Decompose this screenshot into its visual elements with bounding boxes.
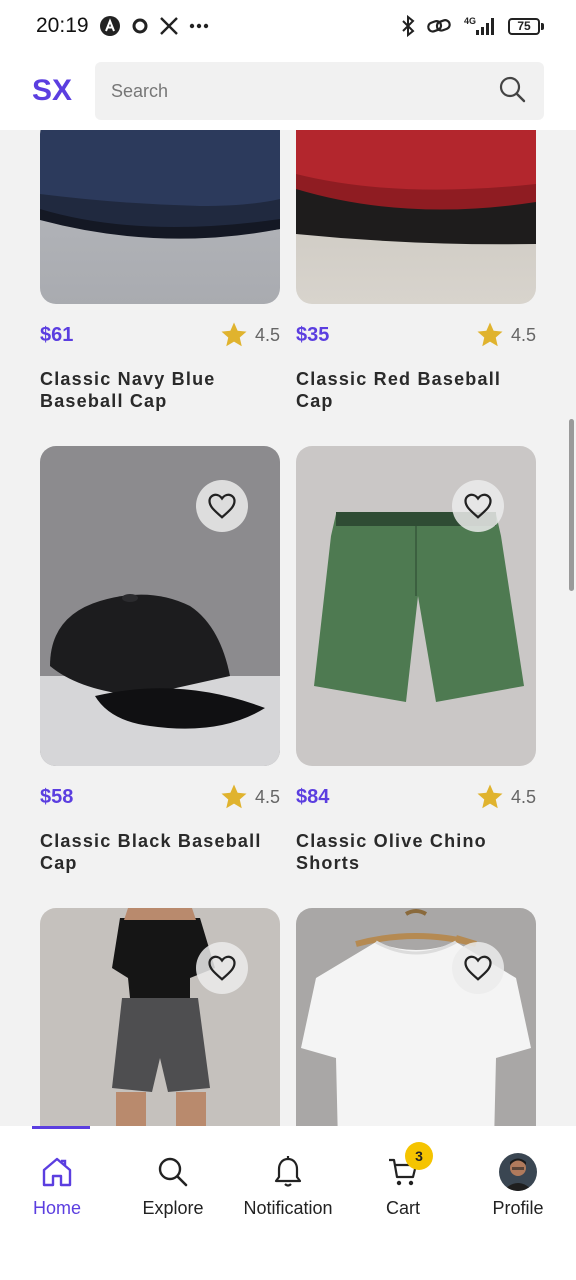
status-left-icons	[99, 15, 209, 37]
circle-notification-icon	[131, 17, 149, 35]
link-icon	[426, 16, 452, 36]
favorite-button[interactable]	[196, 942, 248, 994]
price-rating-row: $35 4.5	[296, 320, 536, 350]
star-icon	[221, 784, 247, 809]
product-card[interactable]: $35 4.5 Classic Red Baseball Cap	[296, 130, 536, 411]
rating-value: 4.5	[510, 324, 536, 345]
cart-icon: 3	[387, 1142, 433, 1192]
price-rating-row: $84 4.5	[296, 782, 536, 812]
star-icon	[221, 322, 247, 347]
svg-text:4G: 4G	[464, 16, 476, 26]
product-image-outfit[interactable]	[40, 908, 280, 1126]
product-grid: $61 4.5 Classic Navy Blue Baseball Cap $…	[0, 130, 576, 1126]
favorite-button[interactable]	[196, 480, 248, 532]
nav-cart[interactable]: 3 Cart	[348, 1142, 458, 1219]
scrollbar[interactable]	[569, 419, 574, 591]
product-image-olive-shorts[interactable]	[296, 446, 536, 766]
status-right-icons: 4G 75	[400, 14, 544, 38]
product-rating: 4.5	[475, 320, 536, 350]
avatar	[499, 1153, 537, 1191]
star-icon	[477, 784, 503, 809]
product-price: $84	[296, 785, 330, 808]
product-image-black-cap[interactable]	[40, 446, 280, 766]
search-bar[interactable]	[95, 62, 544, 120]
more-notifications-icon	[189, 23, 209, 29]
bluetooth-icon	[400, 14, 416, 38]
status-bar: 20:19 4G 75	[0, 0, 576, 52]
heart-icon	[208, 955, 236, 981]
product-card[interactable]: $58 4.5 Classic Black Baseball Cap	[40, 446, 280, 873]
product-title[interactable]: Classic Black Baseball Cap	[40, 830, 280, 874]
product-rating: 4.5	[219, 320, 280, 350]
home-icon	[40, 1152, 74, 1192]
product-rating: 4.5	[219, 782, 280, 812]
nav-profile[interactable]: Profile	[463, 1152, 573, 1219]
product-title[interactable]: Classic Olive Chino Shorts	[296, 830, 536, 874]
status-time: 20:19	[36, 14, 89, 37]
product-card[interactable]: $84 4.5 Classic Olive Chino Shorts	[296, 446, 536, 873]
product-title[interactable]: Classic Navy Blue Baseball Cap	[40, 368, 280, 412]
bell-icon	[273, 1152, 303, 1192]
nav-notification[interactable]: Notification	[233, 1152, 343, 1219]
favorite-button[interactable]	[452, 480, 504, 532]
active-tab-indicator	[32, 1126, 90, 1129]
product-image-navy-cap[interactable]	[40, 130, 280, 304]
battery-icon: 75	[508, 17, 544, 35]
x-app-icon	[159, 16, 179, 36]
profile-avatar	[499, 1152, 537, 1192]
signal-4g-icon: 4G	[462, 15, 498, 37]
app-logo[interactable]: SX	[32, 74, 95, 108]
nav-home[interactable]: Home	[2, 1152, 112, 1219]
cart-badge: 3	[405, 1142, 433, 1170]
nav-label: Explore	[142, 1198, 204, 1218]
search-icon[interactable]	[498, 75, 526, 108]
nav-label: Notification	[243, 1198, 333, 1218]
price-rating-row: $61 4.5	[40, 320, 280, 350]
search-icon	[157, 1152, 189, 1192]
product-card[interactable]: $61 4.5 Classic Navy Blue Baseball Cap	[40, 130, 280, 411]
heart-icon	[464, 493, 492, 519]
price-rating-row: $58 4.5	[40, 782, 280, 812]
bottom-navigation: Home Explore Notification 3 Cart Profile	[0, 1126, 576, 1280]
product-rating: 4.5	[475, 782, 536, 812]
star-icon	[477, 322, 503, 347]
heart-icon	[208, 493, 236, 519]
rating-value: 4.5	[254, 324, 280, 345]
product-image-white-tshirt[interactable]	[296, 908, 536, 1126]
app-notification-icon	[99, 15, 121, 37]
search-input[interactable]	[111, 80, 498, 102]
nav-label: Profile	[492, 1198, 544, 1218]
battery-level: 75	[508, 17, 540, 35]
product-price: $58	[40, 785, 74, 808]
heart-icon	[464, 955, 492, 981]
rating-value: 4.5	[510, 786, 536, 807]
product-image-red-cap[interactable]	[296, 130, 536, 304]
nav-label: Home	[32, 1198, 81, 1218]
product-price: $35	[296, 323, 330, 346]
product-card[interactable]	[40, 908, 280, 1126]
product-title[interactable]: Classic Red Baseball Cap	[296, 368, 536, 412]
nav-label: Cart	[385, 1198, 420, 1218]
product-card[interactable]	[296, 908, 536, 1126]
app-header: SX	[0, 52, 576, 130]
rating-value: 4.5	[254, 786, 280, 807]
nav-explore[interactable]: Explore	[118, 1152, 228, 1219]
product-price: $61	[40, 323, 74, 346]
favorite-button[interactable]	[452, 942, 504, 994]
